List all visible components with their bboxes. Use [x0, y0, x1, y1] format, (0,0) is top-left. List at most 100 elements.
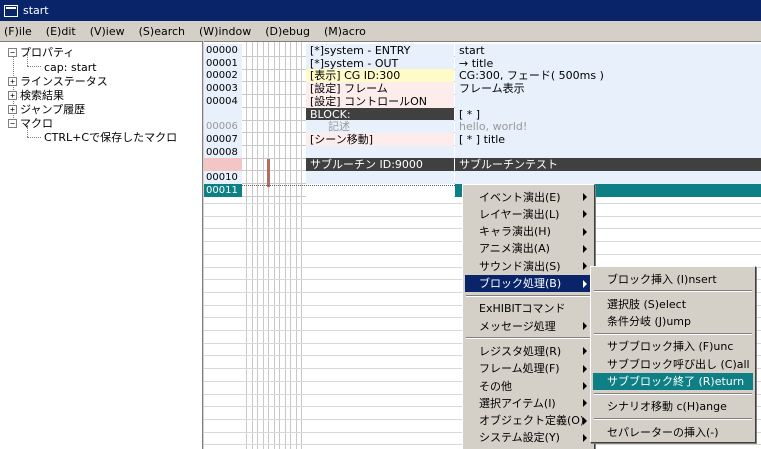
command-cell: [設定] コントロールON [306, 94, 454, 108]
menu-item[interactable]: イベント演出(E) [465, 188, 592, 205]
line-number: 00000 [204, 44, 242, 57]
menu-item[interactable]: セパレーターの挿入(-) [593, 423, 753, 440]
menu-item-label: 条件分岐 (J)ump [607, 315, 691, 329]
menu-item-label: サブブロック終了 (R)eturn [607, 375, 745, 388]
menu-item-label: 選択アイテム(I) [479, 396, 556, 410]
expand-icon[interactable]: + [8, 104, 17, 114]
table-row[interactable]: 00002 [表示] CG ID:300 CG:300, フェード( 500ms ) [204, 69, 761, 83]
table-row[interactable]: 00010 [204, 171, 761, 184]
menu-item-label: キャラ演出(H) [479, 225, 551, 239]
tree-item-label: プロパティ [20, 46, 75, 59]
table-row[interactable]: 00008 [204, 145, 761, 159]
menu-item[interactable]: アニメ演出(A) [465, 240, 592, 257]
value-cell: start [455, 44, 761, 57]
line-number: 00001 [204, 56, 242, 70]
menu-search[interactable]: (S)earch [139, 25, 185, 38]
tree-item[interactable]: + ジャンプ履歴 [8, 102, 85, 116]
menu-item[interactable]: 選択アイテム(I) [465, 394, 592, 411]
menu-window[interactable]: (W)indow [199, 25, 251, 38]
menu-item[interactable]: レイヤー演出(L) [465, 205, 592, 222]
table-row[interactable]: 00000 [*]system - ENTRY start [204, 44, 761, 57]
value-cell: hello, world! [455, 120, 761, 134]
submenu-arrow-icon [583, 244, 587, 253]
menu-item-label: サブブロック挿入 (F)unc [607, 340, 734, 354]
tree-item[interactable]: CTRL+Cで保存したマクロ [44, 130, 177, 144]
expand-icon[interactable]: + [8, 76, 17, 86]
menu-item[interactable]: ブロック挿入 (I)nsert [593, 270, 753, 287]
menu-separator [594, 332, 752, 335]
value-cell [455, 171, 761, 184]
menu-item[interactable]: サウンド演出(S) [465, 257, 592, 274]
tree-item[interactable]: + 検索結果 [8, 88, 64, 102]
menu-debug[interactable]: (D)ebug [265, 25, 310, 38]
command-cell: [表示] CG ID:300 [306, 69, 454, 83]
menu-item-label: セパレーターの挿入(-) [607, 425, 719, 439]
menu-item[interactable]: 条件分岐 (J)ump [593, 313, 753, 330]
menu-macro[interactable]: (M)acro [324, 25, 366, 38]
table-row[interactable]: 00003 [設定] フレーム フレーム表示 [204, 82, 761, 96]
submenu-arrow-icon [583, 322, 587, 331]
menu-item[interactable]: サブブロック呼び出し (C)all [593, 355, 753, 372]
submenu-arrow-icon [583, 210, 587, 219]
tree-item-label: cap: start [44, 60, 97, 74]
menu-item-label: サウンド演出(S) [479, 259, 561, 273]
menu-item[interactable]: サブブロック終了 (R)eturn [593, 372, 753, 390]
menu-item[interactable]: フレーム処理(F) [465, 360, 592, 377]
collapse-icon[interactable]: − [8, 47, 17, 57]
menu-item[interactable]: 選択肢 (S)elect [593, 295, 753, 312]
table-row[interactable]: 00004 [設定] コントロールON [204, 94, 761, 108]
tree-item[interactable]: + ラインステータス [8, 74, 108, 88]
table-row[interactable]: 00006 記述 hello, world! [204, 120, 761, 134]
menu-item[interactable]: キャラ演出(H) [465, 223, 592, 240]
tree-item[interactable]: − マクロ [8, 116, 53, 130]
context-menu: イベント演出(E) レイヤー演出(L) キャラ演出(H) アニメ演出(A) サウンド演出… [462, 184, 595, 449]
line-number [204, 107, 242, 121]
menu-item[interactable]: ExHIBITコマンド [465, 300, 592, 317]
submenu-arrow-icon [583, 279, 587, 288]
title-bar: start [0, 0, 761, 21]
submenu-arrow-icon [583, 416, 587, 425]
menu-item[interactable]: サブブロック挿入 (F)unc [593, 338, 753, 355]
table-row[interactable]: BLOCK:[ * ] [204, 107, 761, 121]
command-cell: [シーン移動] [306, 132, 454, 146]
menu-item[interactable]: メッセージ処理 [465, 317, 592, 334]
tree-item[interactable]: cap: start [44, 60, 97, 74]
subroutine-marker [267, 159, 270, 187]
menu-separator [594, 290, 752, 293]
expand-icon[interactable]: + [8, 90, 17, 100]
menu-item[interactable]: ブロック処理(B) [465, 274, 592, 292]
collapse-icon[interactable]: − [8, 118, 17, 128]
menu-item-label: ExHIBITコマンド [479, 302, 566, 316]
menu-item-label: ブロック処理(B) [479, 277, 562, 290]
menu-item[interactable]: シナリオ移動 c(H)ange [593, 398, 753, 415]
menu-view[interactable]: (V)iew [90, 25, 125, 38]
menu-item[interactable]: オブジェクト定義(O) [465, 412, 592, 429]
menu-item-label: アニメ演出(A) [479, 242, 550, 256]
window-title: start [23, 4, 49, 17]
submenu-arrow-icon [583, 193, 587, 201]
value-cell [455, 145, 761, 159]
menu-edit[interactable]: (E)dit [46, 25, 76, 38]
menu-item[interactable]: レジスタ処理(R) [465, 342, 592, 359]
menu-bar: (F)ile (E)dit (V)iew (S)earch (W)indow (… [0, 21, 761, 41]
command-cell: 記述 [306, 120, 454, 134]
value-cell: → title [455, 56, 761, 70]
line-number: 00008 [204, 145, 242, 159]
menu-file[interactable]: (F)ile [4, 25, 32, 38]
tree-item-label: CTRL+Cで保存したマクロ [44, 131, 178, 144]
tree-item[interactable]: − プロパティ [8, 45, 74, 59]
menu-item-label: その他 [479, 379, 512, 393]
block-submenu: ブロック挿入 (I)nsert 選択肢 (S)elect 条件分岐 (J)ump サブ… [590, 266, 756, 444]
menu-item[interactable]: その他 [465, 377, 592, 394]
cursor-line [242, 185, 455, 186]
table-row[interactable]: 00009 サブルーチン ID:9000 サブルーチンテスト [204, 158, 761, 172]
table-row[interactable]: 00001 [*]system - OUT → title [204, 56, 761, 70]
tree-connector [27, 137, 41, 138]
submenu-arrow-icon [583, 364, 587, 373]
menu-separator [594, 392, 752, 395]
line-number: 00007 [204, 132, 242, 146]
table-row[interactable]: 00007 [シーン移動][ * ] title [204, 132, 761, 146]
command-cell: [*]system - ENTRY [306, 44, 454, 57]
menu-item[interactable]: システム設定(Y) [465, 429, 592, 446]
line-number: 00011 [204, 183, 242, 197]
